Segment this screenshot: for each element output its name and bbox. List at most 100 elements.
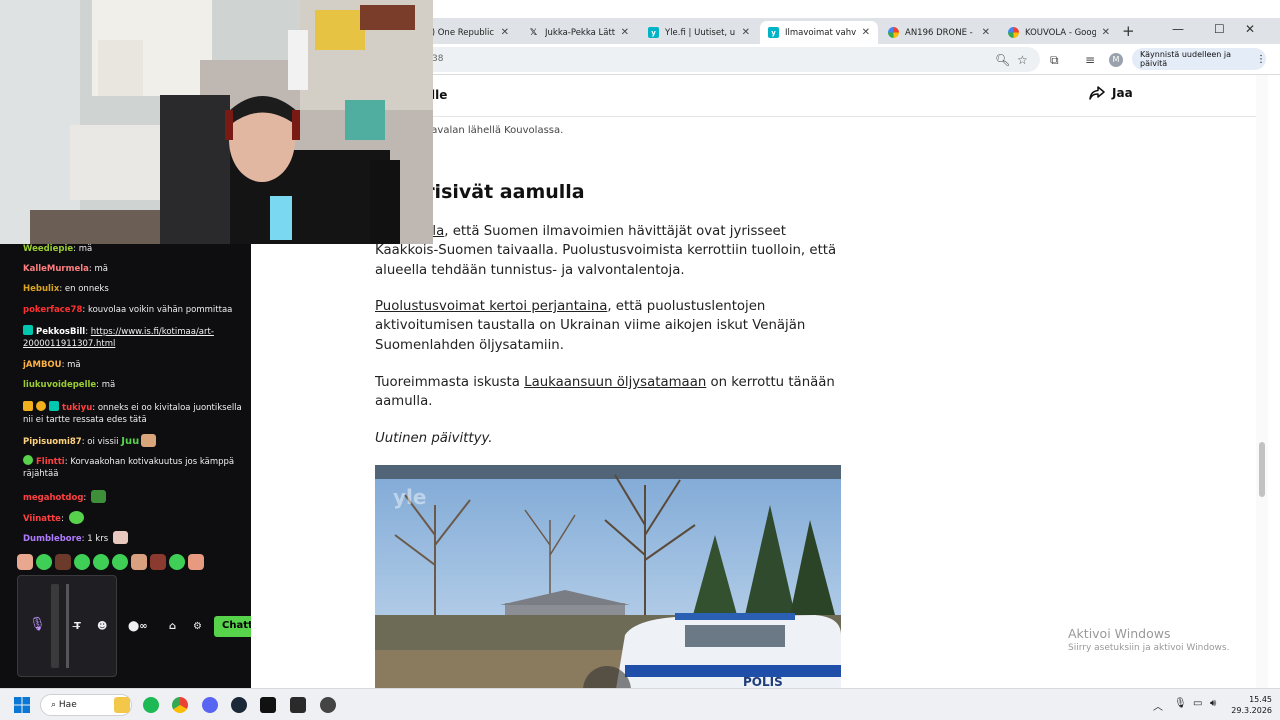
close-icon[interactable]: ✕ xyxy=(1102,27,1110,38)
share-button[interactable]: Jaa xyxy=(1089,86,1133,100)
store-icon[interactable]: ⌂ xyxy=(169,621,176,632)
article-link[interactable]: Puolustusvoimat kertoi perjantaina xyxy=(375,299,607,314)
emote-icon[interactable] xyxy=(169,554,185,570)
juu-emote-icon: Juu xyxy=(121,436,140,447)
close-icon[interactable]: ✕ xyxy=(501,27,509,38)
zoom-icon[interactable]: 🔍︎ xyxy=(995,53,1010,67)
chat-username[interactable]: Pipisuomi87 xyxy=(23,437,82,447)
chat-text: oi vissii xyxy=(87,437,119,447)
restart-update-button[interactable]: Käynnistä uudelleen ja päivitä ⋮ xyxy=(1132,48,1266,70)
chat-username[interactable]: liukuvoidepelle xyxy=(23,380,96,390)
emote-icon[interactable] xyxy=(188,554,204,570)
emote-icon[interactable] xyxy=(112,554,128,570)
stream-chat-panel: Weediepie: mä KalleMurmela: mä Hebulix: … xyxy=(0,244,251,688)
clock-time: 15.45 xyxy=(1249,695,1272,704)
browser-tab[interactable]: 𝕏 Jukka-Pekka Lätti 🇸 ✕ xyxy=(520,21,637,44)
chat-username[interactable]: KalleMurmela xyxy=(23,264,89,274)
app-icon[interactable] xyxy=(290,697,306,713)
tray-overflow-icon[interactable]: ︿ xyxy=(1153,698,1163,713)
search-icon: ⌕ xyxy=(51,700,59,710)
bits-badge-icon xyxy=(36,401,46,411)
chat-message: KalleMurmela: mä xyxy=(23,264,108,274)
subscriber-badge-icon xyxy=(49,401,59,411)
more-menu-icon[interactable]: ⋮ xyxy=(1256,54,1266,65)
microphone-icon[interactable]: 🎙︎ xyxy=(29,617,46,632)
emote-icon[interactable] xyxy=(36,554,52,570)
close-icon[interactable]: ✕ xyxy=(862,27,870,38)
close-window-button[interactable]: ✕ xyxy=(1245,22,1255,36)
google-icon xyxy=(888,27,899,38)
chrome-icon[interactable] xyxy=(172,697,188,713)
windows-start-icon[interactable] xyxy=(14,697,30,713)
minimize-button[interactable]: — xyxy=(1172,22,1184,36)
taskbar-clock[interactable]: 15.45 29.3.2026 xyxy=(1228,694,1272,716)
emote-quick-bar xyxy=(17,554,204,570)
steam-icon[interactable] xyxy=(231,697,247,713)
chat-username[interactable]: pokerface78 xyxy=(23,305,82,315)
chat-username[interactable]: Flintti xyxy=(36,457,65,467)
chat-send-button[interactable]: Chatti xyxy=(214,616,251,637)
chat-text: mä xyxy=(94,264,108,274)
emote-icon[interactable] xyxy=(93,554,109,570)
share-icon xyxy=(1089,86,1105,100)
chat-username[interactable]: Weediepie xyxy=(23,244,73,254)
emote-icon[interactable] xyxy=(150,554,166,570)
chat-username[interactable]: Dumblebore xyxy=(23,534,82,544)
volume-icon[interactable]: 🔊︎ xyxy=(1210,698,1216,709)
news-video-player[interactable]: yle POLIS xyxy=(375,465,841,688)
chat-text: mä xyxy=(78,244,93,254)
file-explorer-icon[interactable] xyxy=(114,697,130,713)
obs-icon[interactable] xyxy=(320,697,336,713)
discord-icon[interactable] xyxy=(202,697,218,713)
profile-avatar[interactable]: M xyxy=(1109,53,1123,67)
text-format-icon[interactable]: T̶ xyxy=(74,621,81,632)
close-icon[interactable]: ✕ xyxy=(742,27,750,38)
emote-icon[interactable] xyxy=(55,554,71,570)
chat-username[interactable]: tukiyu xyxy=(62,403,92,413)
channel-points-icon[interactable]: ⬤∞ xyxy=(128,621,148,632)
chat-username[interactable]: megahotdog xyxy=(23,493,83,503)
spotify-icon[interactable] xyxy=(143,697,159,713)
chat-username[interactable]: Hebulix xyxy=(23,284,59,294)
microphone-tray-icon[interactable]: 🎙︎ xyxy=(1174,698,1187,709)
close-icon[interactable]: ✕ xyxy=(982,27,990,38)
browser-tab-active[interactable]: y Ilmavoimat vahvista ✕ xyxy=(760,21,878,44)
maximize-button[interactable]: ☐ xyxy=(1214,22,1225,36)
browser-tab[interactable]: y Yle.fi | Uutiset, urheil ✕ xyxy=(640,21,758,44)
address-bar[interactable]: 38 xyxy=(420,47,1040,72)
activation-subtitle: Siirry asetuksiin ja aktivoi Windows. xyxy=(1068,643,1230,653)
chat-message: jAMBOU: mä xyxy=(23,360,81,370)
settings-gear-icon[interactable]: ⚙ xyxy=(193,621,202,632)
tab-label: AN196 DRONE - Go xyxy=(905,27,976,38)
browser-tab[interactable]: AN196 DRONE - Go ✕ xyxy=(880,21,998,44)
chat-username[interactable]: PekkosBill xyxy=(36,327,85,337)
x-app-icon[interactable] xyxy=(260,697,276,713)
browser-tab[interactable]: KOUVOLA - Google ✕ xyxy=(1000,21,1118,44)
thumb-emote-icon xyxy=(141,434,157,447)
x-icon: 𝕏 xyxy=(529,27,538,38)
extensions-icon[interactable]: ⧉ xyxy=(1050,53,1059,68)
chat-text: kouvolaa voikin vähän pommittaa xyxy=(87,305,233,315)
close-icon[interactable]: ✕ xyxy=(621,27,629,38)
back-link[interactable]: lle xyxy=(431,88,447,102)
emote-picker-icon[interactable]: ☻ xyxy=(97,621,107,632)
scrollbar-thumb[interactable] xyxy=(1259,442,1265,497)
new-tab-button[interactable]: + xyxy=(1122,22,1135,40)
bookmark-star-icon[interactable]: ☆ xyxy=(1017,53,1028,67)
search-label: Hae xyxy=(58,700,77,710)
google-icon xyxy=(1008,27,1019,38)
chat-message: Hebulix: en onneks xyxy=(23,284,109,294)
chat-message: PekkosBill: https://www.is.fi/kotimaa/ar… xyxy=(23,325,214,349)
media-controls-icon[interactable]: ≡ xyxy=(1085,53,1095,67)
article-link[interactable]: Laukaansuun öljysatamaan xyxy=(524,375,706,390)
page-scrollbar[interactable] xyxy=(1256,75,1268,688)
activation-title: Aktivoi Windows xyxy=(1068,626,1171,641)
emote-icon[interactable] xyxy=(17,554,33,570)
chat-username[interactable]: jAMBOU xyxy=(23,360,62,370)
chat-username[interactable]: Viinatte xyxy=(23,514,61,524)
network-icon[interactable]: ▭ xyxy=(1193,698,1202,709)
emote-icon[interactable] xyxy=(74,554,90,570)
article-paragraph: Tuoreimmasta iskusta Laukaansuun öljysat… xyxy=(375,373,845,412)
crown-badge-icon xyxy=(23,401,33,411)
emote-icon[interactable] xyxy=(131,554,147,570)
